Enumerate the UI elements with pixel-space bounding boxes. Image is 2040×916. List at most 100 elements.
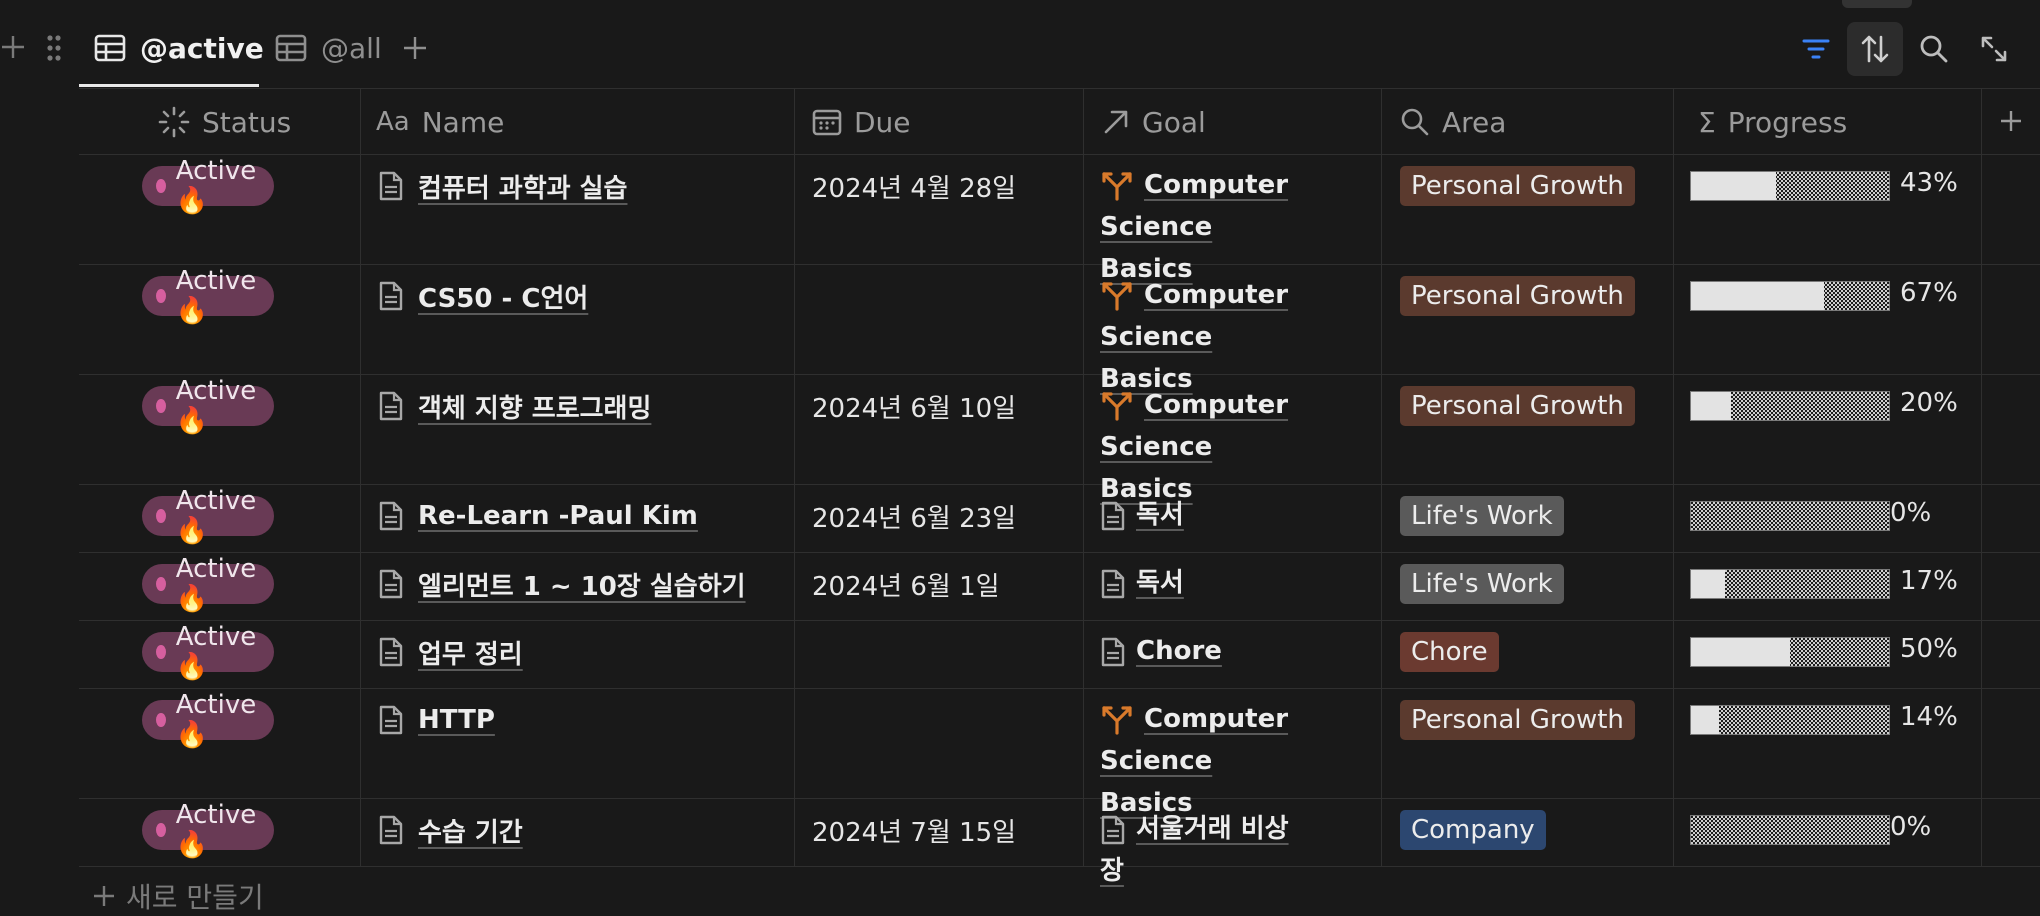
- area-tag[interactable]: Life's Work: [1400, 564, 1564, 604]
- area-tag[interactable]: Life's Work: [1400, 496, 1564, 536]
- progress-label: 14%: [1900, 702, 1958, 732]
- row-divider: [79, 798, 2040, 799]
- page-icon: [378, 500, 404, 532]
- column-header-label: Name: [421, 105, 505, 139]
- sort-button[interactable]: [1847, 22, 1903, 76]
- area-tag[interactable]: Personal Growth: [1400, 386, 1635, 426]
- new-row-button[interactable]: 새로 만들기: [92, 876, 264, 916]
- tab-label: @all: [321, 31, 382, 65]
- goal-name-line1[interactable]: Computer: [1144, 390, 1288, 420]
- add-block-icon[interactable]: [0, 34, 26, 60]
- page-title-link[interactable]: 수습 기간: [418, 812, 523, 849]
- goal-relation[interactable]: Computer Science Basics: [1100, 164, 1300, 290]
- goal-relation[interactable]: Computer Science Basics: [1100, 274, 1300, 400]
- name-cell[interactable]: HTTP: [378, 700, 495, 740]
- name-cell[interactable]: 수습 기간: [378, 810, 523, 850]
- relation-arrow-icon: [1102, 108, 1130, 136]
- status-badge[interactable]: Active 🔥: [142, 690, 275, 750]
- page-icon: [378, 280, 404, 312]
- area-tag[interactable]: Personal Growth: [1400, 276, 1635, 316]
- goal-name-line1[interactable]: Computer: [1144, 704, 1288, 734]
- status-badge[interactable]: Active 🔥: [142, 266, 275, 326]
- add-column-icon[interactable]: [1999, 109, 2023, 133]
- column-header-status[interactable]: Status: [158, 96, 291, 148]
- area-tag[interactable]: Personal Growth: [1400, 166, 1635, 206]
- expand-button[interactable]: [1966, 22, 2022, 76]
- column-header-label: Progress: [1727, 105, 1848, 139]
- status-badge[interactable]: Active 🔥: [142, 376, 275, 436]
- column-header-progress[interactable]: Σ Progress: [1698, 96, 1847, 148]
- name-cell[interactable]: CS50 - C언어: [378, 276, 588, 316]
- goal-relation[interactable]: 서울거래 비상장: [1100, 808, 1300, 892]
- column-header-due[interactable]: Due: [812, 96, 911, 148]
- tab-all[interactable]: @all: [275, 20, 382, 76]
- area-tag[interactable]: Chore: [1400, 632, 1499, 672]
- search-button[interactable]: [1906, 22, 1962, 76]
- new-row-label: 새로 만들기: [126, 881, 264, 914]
- status-label: Active 🔥: [175, 376, 257, 436]
- sort-icon: [1859, 33, 1891, 65]
- status-badge[interactable]: Active 🔥: [142, 800, 275, 860]
- status-badge[interactable]: Active 🔥: [142, 486, 275, 546]
- status-badge[interactable]: Active 🔥: [142, 554, 275, 614]
- goal-relation[interactable]: 독서: [1100, 562, 1300, 604]
- column-header-label: Goal: [1142, 105, 1206, 139]
- name-cell[interactable]: 객체 지향 프로그래밍: [378, 386, 651, 426]
- page-title-link[interactable]: Re-Learn -Paul Kim: [418, 501, 698, 531]
- status-dot: [156, 713, 166, 727]
- goal-name-line1[interactable]: Computer: [1144, 170, 1288, 200]
- page-title-link[interactable]: HTTP: [418, 705, 495, 735]
- page-title-link[interactable]: 컴퓨터 과학과 실습: [418, 168, 627, 205]
- status-label: Active 🔥: [175, 690, 257, 750]
- progress-fill: [1691, 282, 1824, 310]
- goal-name-line1[interactable]: 독서: [1136, 500, 1184, 530]
- column-header-goal[interactable]: Goal: [1102, 96, 1206, 148]
- page-title-link[interactable]: CS50 - C언어: [418, 278, 588, 315]
- search-icon: [1919, 34, 1949, 64]
- status-badge[interactable]: Active 🔥: [142, 156, 275, 216]
- status-badge[interactable]: Active 🔥: [142, 622, 275, 682]
- row-divider: [79, 620, 2040, 621]
- column-header-name[interactable]: Aa Name: [376, 96, 504, 148]
- page-title-link[interactable]: 업무 정리: [418, 634, 523, 671]
- area-tag[interactable]: Company: [1400, 810, 1546, 850]
- name-cell[interactable]: 업무 정리: [378, 632, 523, 672]
- column-header-label: Status: [202, 105, 292, 139]
- due-date[interactable]: 2024년 6월 23일: [812, 498, 1016, 535]
- drag-handle-icon[interactable]: [46, 34, 62, 62]
- goal-icon: [1100, 705, 1134, 735]
- name-cell[interactable]: Re-Learn -Paul Kim: [378, 496, 698, 536]
- plus-icon: [92, 884, 116, 908]
- status-label: Active 🔥: [175, 266, 257, 326]
- goal-relation[interactable]: Computer Science Basics: [1100, 698, 1300, 824]
- column-header-area[interactable]: Area: [1400, 96, 1506, 148]
- progress-fill: [1691, 706, 1719, 734]
- due-date[interactable]: 2024년 4월 28일: [812, 168, 1016, 205]
- table-view-icon: [275, 34, 307, 62]
- page-title-link[interactable]: 엘리먼트 1 ~ 10장 실습하기: [418, 566, 746, 603]
- due-date[interactable]: 2024년 6월 1일: [812, 566, 1000, 603]
- active-tab-indicator: [79, 84, 259, 87]
- due-date[interactable]: 2024년 7월 15일: [812, 812, 1016, 849]
- status-label: Active 🔥: [175, 622, 257, 682]
- due-date[interactable]: 2024년 6월 10일: [812, 388, 1016, 425]
- goal-name-line1[interactable]: 독서: [1136, 568, 1184, 598]
- tab-active[interactable]: @active: [94, 20, 264, 76]
- filter-button[interactable]: [1788, 22, 1844, 76]
- progress-bar: [1690, 815, 1890, 845]
- goal-relation[interactable]: Computer Science Basics: [1100, 384, 1300, 510]
- column-divider: [794, 88, 795, 866]
- column-divider: [1381, 88, 1382, 866]
- page-title-link[interactable]: 객체 지향 프로그래밍: [418, 388, 651, 425]
- goal-relation[interactable]: Chore: [1100, 630, 1300, 672]
- add-view-icon[interactable]: [402, 35, 428, 61]
- goal-name-line1[interactable]: Chore: [1136, 636, 1222, 666]
- row-divider: [79, 552, 2040, 553]
- progress-bar: [1690, 637, 1890, 667]
- area-tag[interactable]: Personal Growth: [1400, 700, 1635, 740]
- goal-name-line1[interactable]: 서울거래 비상장: [1100, 814, 1289, 886]
- name-cell[interactable]: 엘리먼트 1 ~ 10장 실습하기: [378, 564, 746, 604]
- goal-name-line1[interactable]: Computer: [1144, 280, 1288, 310]
- goal-relation[interactable]: 독서: [1100, 494, 1300, 536]
- name-cell[interactable]: 컴퓨터 과학과 실습: [378, 166, 627, 206]
